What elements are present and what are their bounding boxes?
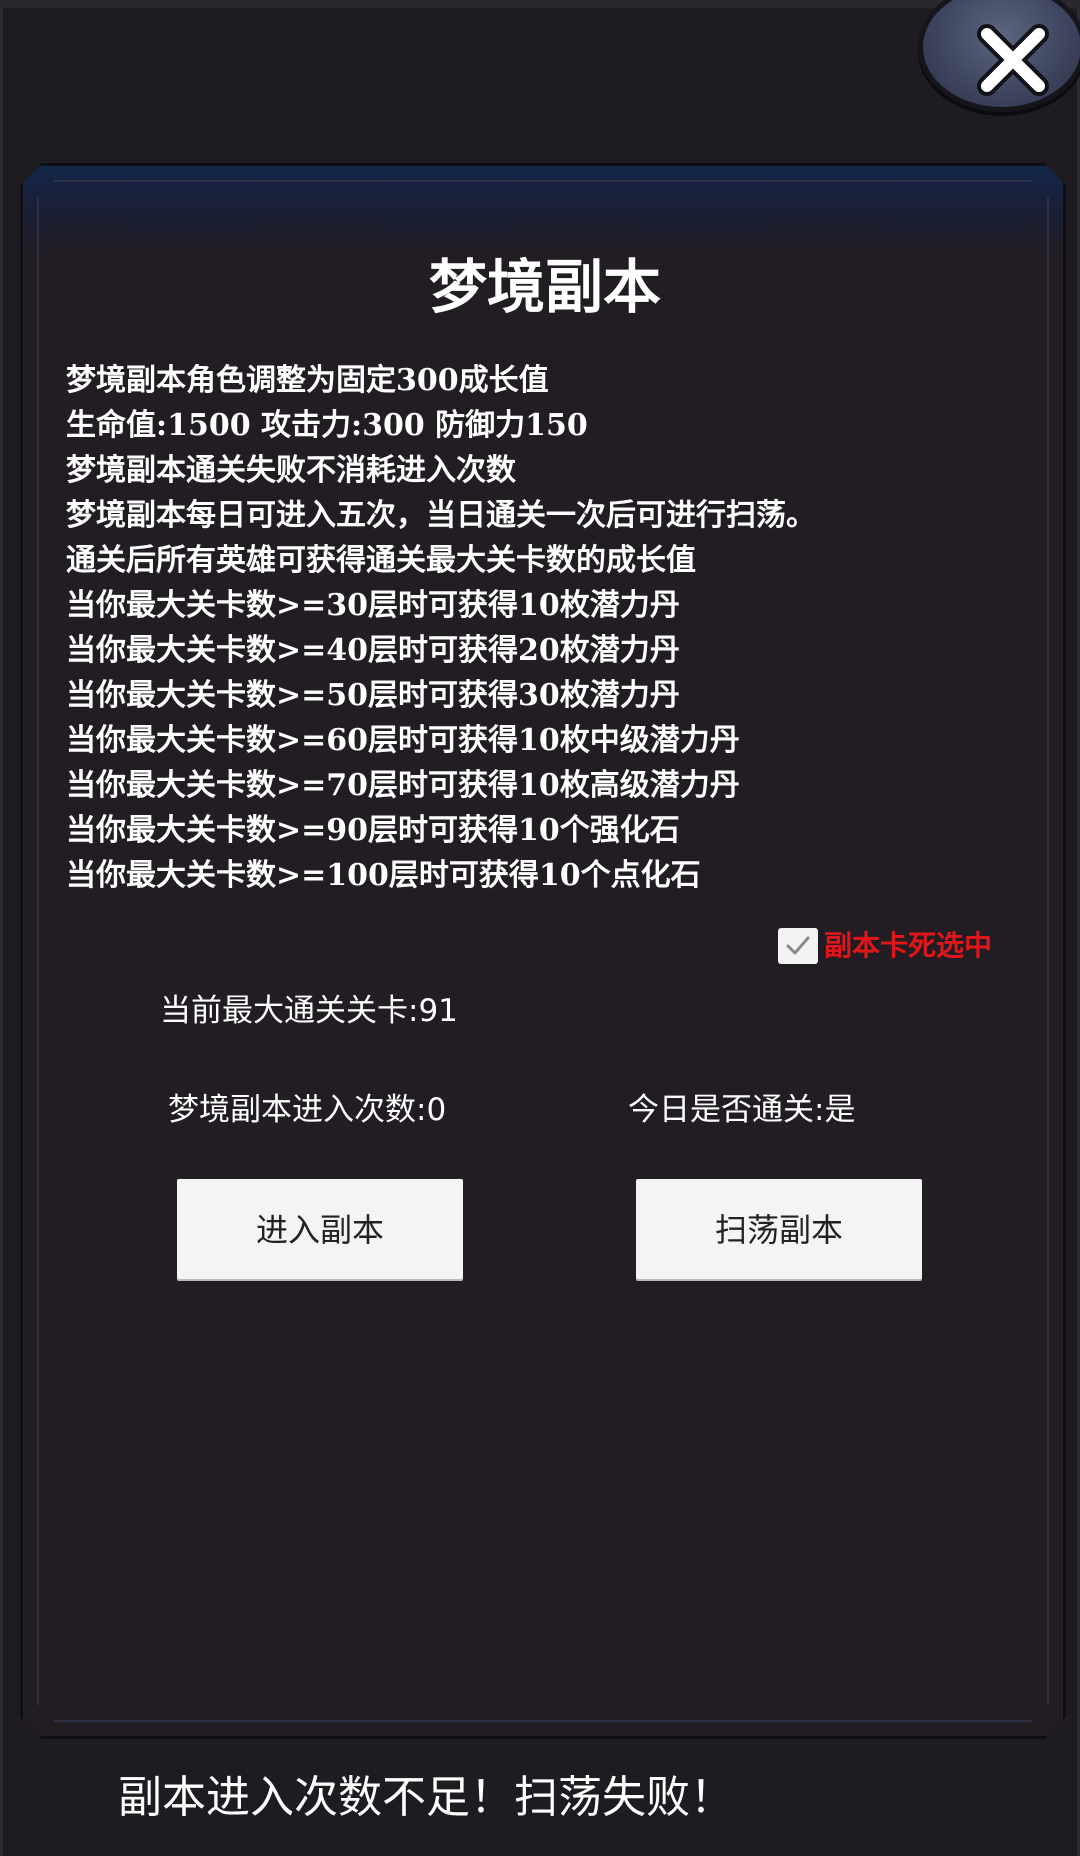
stuck-checkbox-label: 副本卡死选中	[824, 929, 993, 962]
rule-item: 通关后所有英雄可获得通关最大关卡数的成长值	[66, 543, 696, 578]
max-cleared-level-text: 当前最大通关关卡:91	[160, 993, 458, 1029]
rule-item: 梦境副本每日可进入五次，当日通关一次后可进行扫荡。	[66, 498, 816, 533]
rule-item: 当你最大关卡数>=30层时可获得10枚潜力丹	[66, 588, 680, 623]
rule-item: 当你最大关卡数>=70层时可获得10枚高级潜力丹	[66, 768, 740, 803]
close-icon	[975, 22, 1051, 98]
rule-item: 当你最大关卡数>=100层时可获得10个点化石	[66, 858, 701, 893]
stuck-checkbox-row[interactable]: 副本卡死选中	[778, 926, 992, 966]
dialog-title: 梦境副本	[428, 253, 661, 321]
rule-item: 当你最大关卡数>=90层时可获得10个强化石	[66, 813, 680, 848]
rules-list: 梦境副本角色调整为固定300成长值 生命值:1500 攻击力:300 防御力15…	[66, 358, 816, 898]
rule-item: 当你最大关卡数>=60层时可获得10枚中级潜力丹	[66, 723, 740, 758]
toast-message: 副本进入次数不足！扫荡失败！	[118, 1772, 734, 1823]
stuck-checkbox[interactable]	[778, 928, 818, 964]
enter-count-text: 梦境副本进入次数:0	[168, 1092, 447, 1128]
rule-item: 梦境副本角色调整为固定300成长值	[66, 363, 549, 398]
rule-item: 当你最大关卡数>=50层时可获得30枚潜力丹	[66, 678, 680, 713]
rule-item: 梦境副本通关失败不消耗进入次数	[66, 453, 516, 488]
sweep-dungeon-button[interactable]: 扫荡副本	[636, 1179, 922, 1279]
rule-item: 当你最大关卡数>=40层时可获得20枚潜力丹	[66, 633, 680, 668]
cleared-today-text: 今日是否通关:是	[628, 1092, 856, 1128]
checkmark-icon	[786, 936, 810, 955]
rule-item: 生命值:1500 攻击力:300 防御力150	[66, 408, 588, 443]
enter-dungeon-button[interactable]: 进入副本	[177, 1179, 463, 1279]
